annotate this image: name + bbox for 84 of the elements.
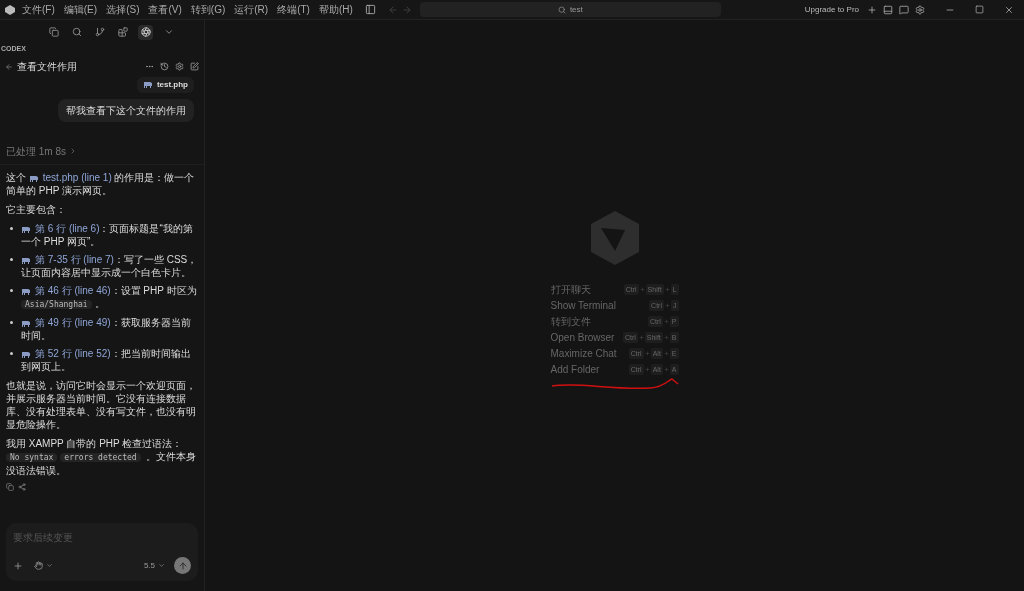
chevron-right-icon[interactable] — [69, 147, 77, 155]
bullet-text: 第 52 行 (line 52)：把当前时间输出到网页上。 — [21, 346, 192, 373]
menu-item[interactable]: 选择(S) — [104, 2, 142, 17]
chat-icon[interactable] — [899, 4, 909, 15]
elephant-icon — [21, 350, 31, 358]
file-link[interactable]: 第 46 行 (line 46) — [21, 284, 111, 296]
plus-icon — [664, 286, 670, 292]
hand-icon[interactable] — [34, 561, 43, 570]
model-selector[interactable]: 5.5 — [143, 559, 155, 572]
search-field[interactable]: test — [419, 2, 721, 17]
upgrade-link[interactable]: Upgrade to Pro — [804, 3, 859, 16]
plus-icon — [638, 334, 644, 340]
history-icon[interactable] — [160, 62, 169, 71]
elephant-icon — [21, 225, 31, 233]
app-logo-icon — [5, 4, 15, 15]
menu-item[interactable]: 查看(V) — [146, 2, 184, 17]
inline-code: errors detected — [60, 452, 141, 462]
file-link[interactable]: 第 7-35 行 (line 7) — [21, 253, 114, 265]
file-chip[interactable]: test.php — [136, 76, 194, 93]
aperture-icon[interactable] — [138, 24, 153, 40]
file-link[interactable]: 第 52 行 (line 52) — [21, 347, 111, 359]
panel-icon[interactable] — [883, 4, 893, 15]
bullet-text: 第 49 行 (line 49)：获取服务器当前时间。 — [21, 315, 192, 342]
menu-item[interactable]: 终端(T) — [275, 2, 312, 17]
answer-paragraph: 它主要包含： — [6, 202, 67, 216]
inline-code: Asia/Shanghai — [21, 299, 92, 309]
settings-icon[interactable] — [915, 4, 925, 15]
menu-item[interactable]: 帮助(H) — [316, 2, 355, 17]
more-icon[interactable] — [145, 62, 154, 71]
elephant-icon — [142, 81, 153, 88]
plus-icon — [644, 350, 650, 356]
bullet-text: 第 6 行 (line 6)：页面标题是“我的第一个 PHP 网页”。 — [21, 221, 194, 248]
answer-paragraph: 我用 XAMPP 自带的 PHP 检查过语法： No syntax errors detected 。文件本身没语法错误。 — [6, 436, 198, 477]
copy-icon[interactable] — [6, 482, 14, 491]
files-icon[interactable] — [46, 24, 61, 40]
file-link[interactable]: test.php (line 1) — [28, 171, 112, 183]
menu-item[interactable]: 文件(F) — [20, 2, 57, 17]
chevron-down-icon[interactable] — [158, 562, 165, 569]
shortcut-label: Open Browser — [550, 330, 615, 345]
blocks-icon[interactable] — [115, 24, 130, 40]
bullet-text: 第 7-35 行 (line 7)：写了一些 CSS，让页面内容居中显示成一个白色卡片。 — [21, 252, 198, 279]
plus-icon — [663, 366, 669, 372]
elephant-icon — [21, 287, 31, 295]
menu-item[interactable]: 转到(G) — [188, 2, 228, 17]
answer-paragraph: 这个 test.php (line 1) 的作用是：做一个简单的 PHP 演示网页。 — [6, 170, 196, 197]
thread-title: 查看文件作用 — [17, 60, 77, 74]
close-icon[interactable] — [1004, 4, 1014, 15]
file-link[interactable]: 第 6 行 (line 6) — [21, 222, 100, 234]
plus-icon — [665, 302, 670, 308]
menu-item[interactable]: 运行(R) — [232, 2, 271, 17]
plus-icon — [663, 350, 669, 356]
plus-icon — [644, 366, 650, 372]
sidebar-toggle-icon[interactable] — [364, 4, 376, 15]
plus-icon — [663, 334, 669, 340]
shortcut-label: Maximize Chat — [550, 346, 617, 361]
search-value: test — [569, 3, 583, 16]
settings-icon[interactable] — [175, 62, 184, 71]
cube-logo-icon — [590, 211, 639, 265]
bullet-text: 第 46 行 (line 46)：设置 PHP 时区为 Asia/Shanghai 。 — [21, 283, 198, 311]
menu-item[interactable]: 编辑(E) — [61, 2, 100, 17]
back-icon[interactable] — [5, 62, 13, 71]
elephant-icon — [21, 256, 31, 264]
file-link[interactable]: 第 49 行 (line 49) — [21, 316, 111, 328]
search-icon — [557, 5, 566, 14]
share-icon[interactable] — [18, 482, 26, 491]
elephant-icon — [28, 174, 39, 182]
user-message: 帮我查看下这个文件的作用 — [58, 98, 194, 122]
shortcut-label: 转到文件 — [550, 314, 591, 329]
new-chat-icon[interactable] — [190, 62, 199, 71]
plus-icon — [639, 286, 645, 292]
send-button[interactable] — [174, 557, 191, 574]
shortcut-label: Show Terminal — [550, 298, 616, 313]
plus-icon[interactable] — [867, 4, 877, 15]
maximize-icon[interactable] — [975, 5, 984, 14]
add-icon[interactable] — [13, 560, 23, 571]
answer-paragraph: 也就是说，访问它时会显示一个欢迎页面，并展示服务器当前时间。它没有连接数据库、没有处理表单、没有写文件，也没有明显危险操作。 — [6, 378, 197, 431]
elephant-icon — [21, 319, 31, 327]
chevron-down-icon[interactable] — [46, 562, 53, 569]
arrow-up-icon — [177, 560, 188, 571]
plus-icon — [663, 318, 669, 324]
shortcut-label: Add Folder — [550, 362, 600, 377]
status-text[interactable]: 已处理 1m 8s — [6, 143, 66, 159]
inline-code: No syntax — [6, 452, 58, 462]
shortcut-label: 打开聊天 — [550, 282, 591, 297]
